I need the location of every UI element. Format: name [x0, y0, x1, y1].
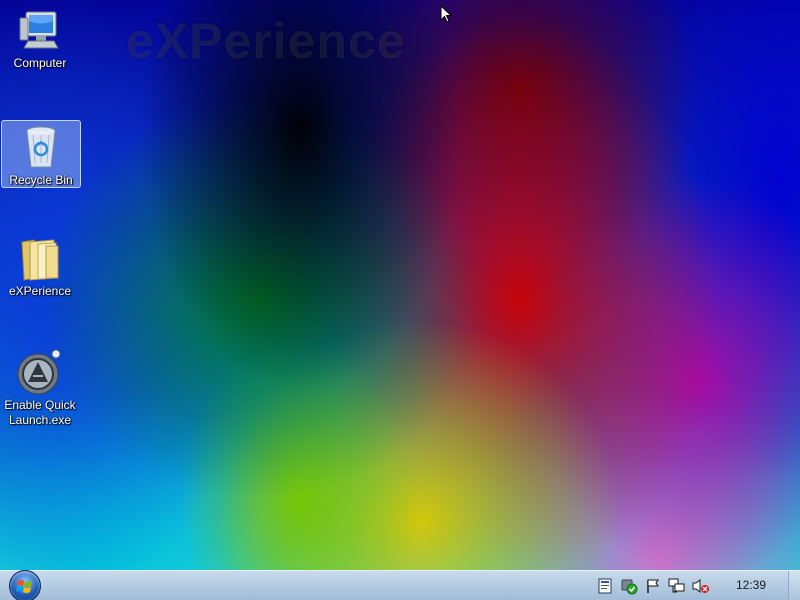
- app-launch-icon: [16, 348, 64, 396]
- folder-icon: [16, 234, 64, 282]
- security-check-icon[interactable]: [620, 577, 638, 595]
- start-button[interactable]: [6, 570, 44, 600]
- mouse-cursor-icon: [440, 4, 453, 27]
- desktop-icon-label: eXPerience: [8, 284, 72, 298]
- network-icon[interactable]: [668, 577, 686, 595]
- action-center-flag-icon[interactable]: [644, 577, 662, 595]
- desktop-icon-label: Computer: [13, 56, 67, 70]
- desktop-icon-computer[interactable]: Computer: [0, 6, 80, 76]
- windows-logo-icon: [9, 570, 41, 600]
- wallpaper-logo-text: eXPerience: [126, 13, 406, 69]
- desktop-icon-experience-folder[interactable]: eXPerience: [0, 234, 80, 304]
- desktop-wallpaper[interactable]: eXPerience: [0, 0, 800, 570]
- desktop-icon-label: Recycle Bin: [9, 173, 73, 187]
- desktop-icon-enable-quick-launch[interactable]: Enable Quick Launch.exe: [0, 348, 80, 432]
- desktop-icon-recycle-bin[interactable]: Recycle Bin: [1, 120, 81, 188]
- desktop-icon-label: Enable Quick Launch.exe: [4, 398, 76, 427]
- recycle-bin-icon: [17, 123, 65, 171]
- notes-icon[interactable]: [596, 577, 614, 595]
- show-desktop-button[interactable]: [788, 571, 800, 600]
- system-tray: [590, 571, 800, 600]
- computer-icon: [16, 6, 64, 54]
- volume-muted-icon[interactable]: [692, 577, 710, 595]
- taskbar-clock[interactable]: 12:39: [736, 578, 766, 592]
- taskbar: 12:39: [0, 570, 800, 600]
